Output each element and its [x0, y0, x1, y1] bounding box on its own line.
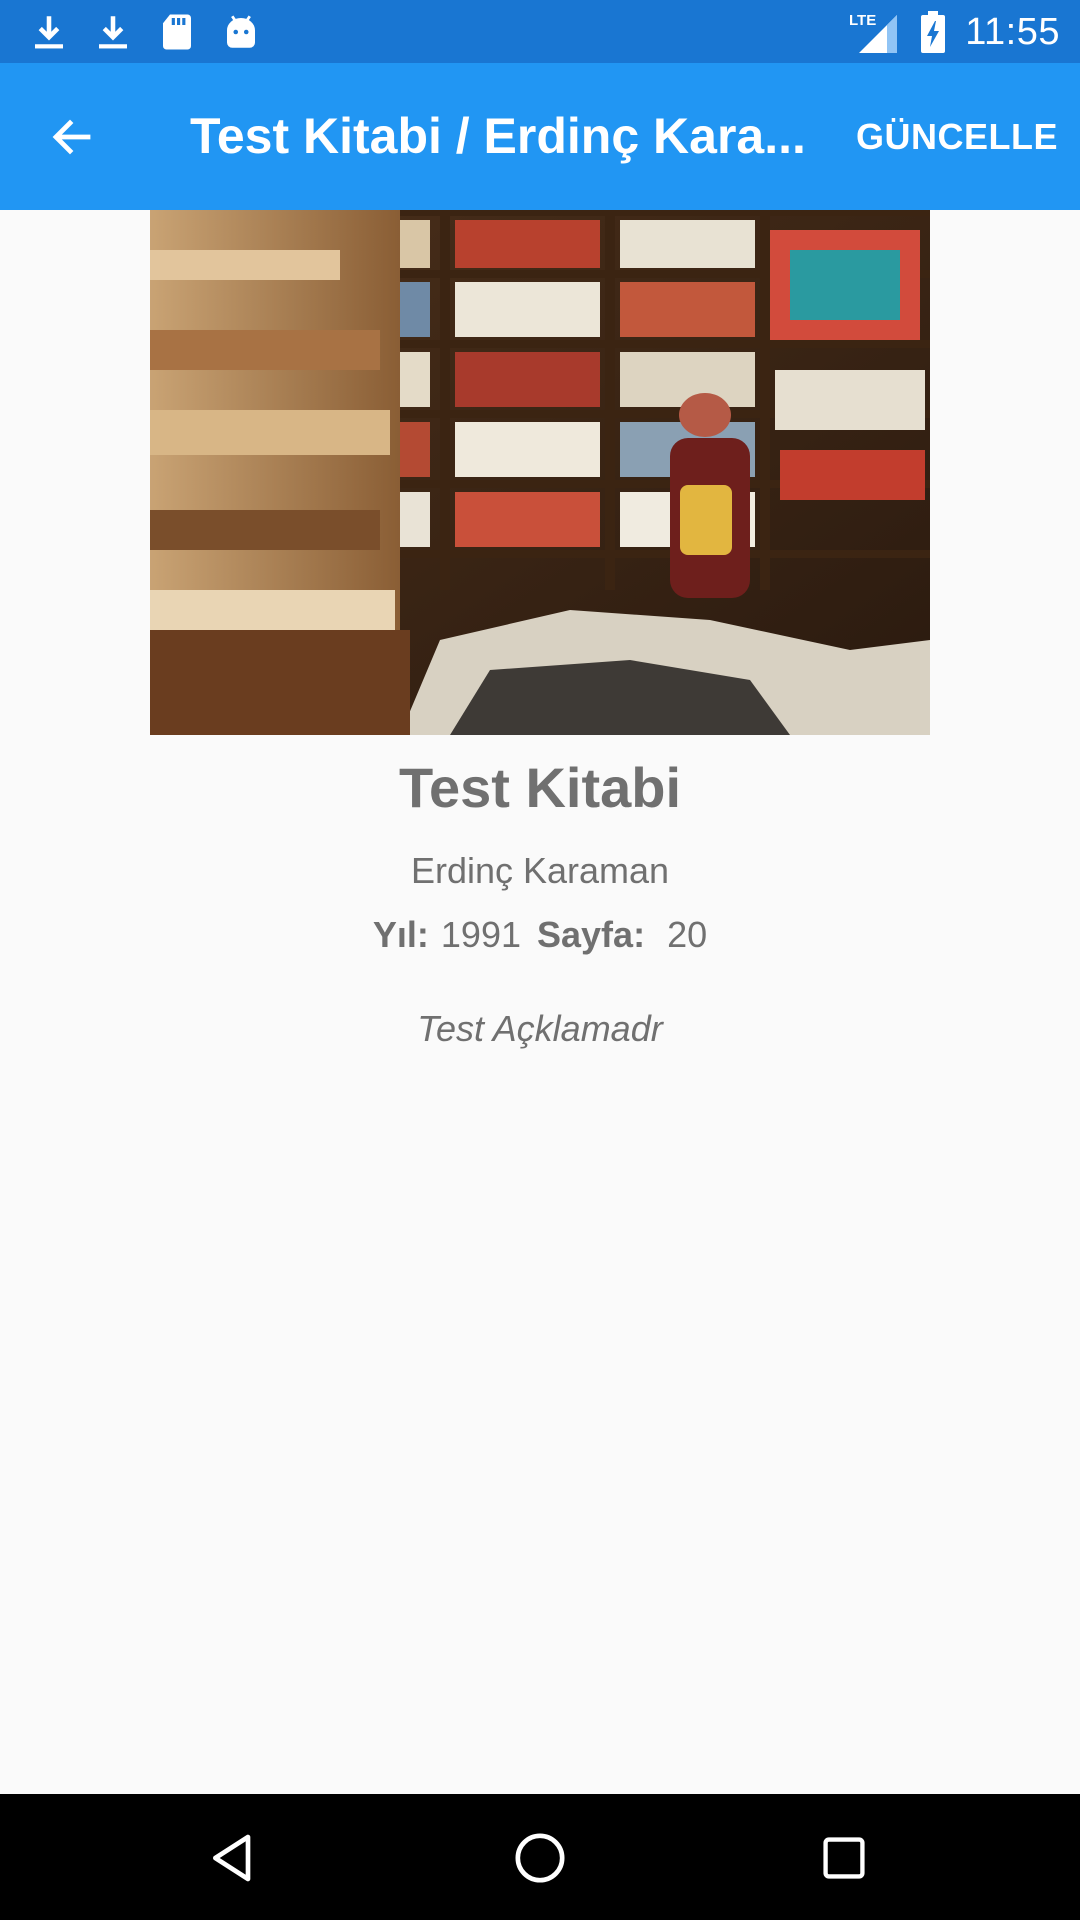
nav-home-button[interactable] [504, 1822, 576, 1894]
app-bar: Test Kitabi / Erdinç Kara... GÜNCELLE [0, 63, 1080, 210]
navigation-bar [0, 1794, 1080, 1920]
nav-recents-button[interactable] [808, 1822, 880, 1894]
notification-icons [28, 8, 262, 56]
download-icon [35, 16, 63, 49]
pages-label: Sayfa: [537, 914, 646, 955]
nav-back-button[interactable] [198, 1822, 270, 1894]
android-icon [227, 15, 255, 48]
book-title: Test Kitabi [398, 756, 682, 819]
year-label: Yıl: [372, 914, 429, 955]
svg-text:LTE: LTE [849, 12, 876, 29]
system-icons: LTE 11:55 [849, 6, 1060, 58]
back-triangle-icon [213, 1834, 251, 1882]
book-description: Test Açklamadr [417, 1008, 663, 1049]
home-circle-icon [515, 1833, 565, 1883]
update-button[interactable]: GÜNCELLE [854, 63, 1060, 210]
book-cover-image [150, 210, 930, 735]
download-icon [99, 16, 127, 49]
year-value: 1991 [440, 914, 521, 955]
clock: 11:55 [965, 10, 1060, 53]
arrow-back-icon [52, 119, 91, 155]
status-bar: LTE 11:55 [0, 0, 1080, 63]
book-author: Erdinç Karaman [410, 850, 670, 891]
page-title: Test Kitabi / Erdinç Kara... [190, 108, 806, 164]
battery-charging-icon [921, 11, 946, 53]
recents-square-icon [823, 1837, 865, 1879]
sd-card-icon [163, 14, 191, 50]
back-button[interactable] [30, 95, 114, 179]
book-meta-row: Yıl: 1991 Sayfa: 20 [0, 914, 1080, 956]
lte-signal-icon: LTE [849, 12, 898, 53]
pages-value: 20 [667, 914, 708, 955]
